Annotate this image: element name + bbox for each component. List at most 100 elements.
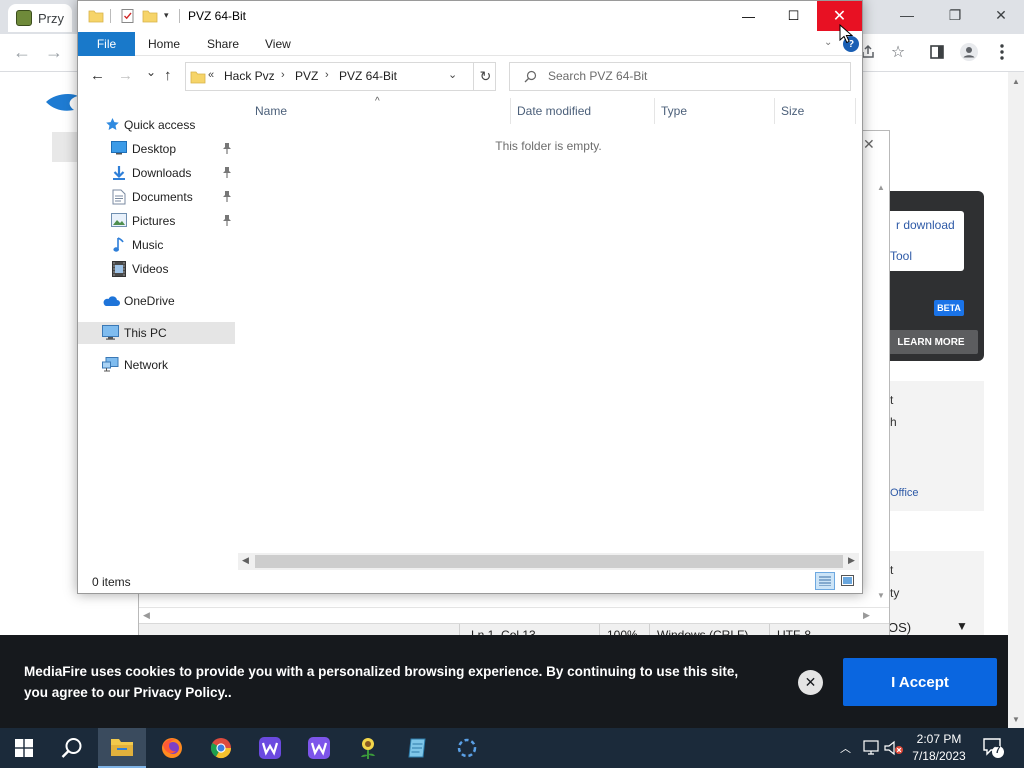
show-hidden-icons-chevron-icon[interactable]: ︿ — [840, 740, 851, 756]
nav-network[interactable]: Network — [78, 354, 235, 376]
expand-ribbon-icon[interactable]: ⌄ — [824, 37, 832, 48]
pin-icon[interactable] — [222, 142, 232, 154]
editor-vertical-scrollbar[interactable]: ▲ ▼ — [875, 183, 889, 603]
scroll-down-icon[interactable]: ▼ — [877, 591, 885, 600]
scrollbar-thumb[interactable] — [255, 555, 843, 568]
nav-documents[interactable]: Documents — [78, 186, 235, 208]
search-input[interactable] — [548, 69, 838, 83]
explorer-title-bar[interactable]: ▾ PVZ 64-Bit — ☐ ✕ — [78, 1, 862, 32]
profile-avatar-icon[interactable] — [955, 38, 983, 66]
side-panel-icon[interactable] — [923, 38, 951, 66]
tab-file[interactable]: File — [78, 32, 135, 56]
address-overflow[interactable]: « — [208, 69, 214, 81]
column-divider[interactable] — [654, 98, 655, 124]
nav-onedrive[interactable]: OneDrive — [78, 290, 235, 312]
taskbar-notepad[interactable] — [393, 728, 441, 768]
action-center-button[interactable]: 7 — [982, 736, 1004, 758]
explorer-minimize-button[interactable]: — — [726, 1, 771, 31]
browser-back-button[interactable]: ← — [8, 38, 36, 66]
tab-view[interactable]: View — [265, 37, 291, 51]
w-app-icon — [259, 737, 281, 759]
up-button[interactable]: ↑ — [164, 67, 172, 84]
column-header-size[interactable]: Size — [781, 104, 804, 118]
refresh-button[interactable]: ↻ — [473, 63, 497, 90]
accept-cookies-button[interactable]: I Accept — [843, 658, 997, 706]
properties-check-icon[interactable] — [120, 8, 136, 24]
breadcrumb-pvz[interactable]: PVZ — [295, 69, 318, 83]
column-divider[interactable] — [855, 98, 856, 124]
office-link[interactable]: Office — [890, 487, 919, 499]
breadcrumb-pvz-64-bit[interactable]: PVZ 64-Bit — [339, 69, 397, 83]
customize-qat-icon[interactable]: ▾ — [164, 10, 169, 21]
system-clock[interactable]: 2:07 PM 7/18/2023 — [898, 731, 980, 765]
scroll-up-icon[interactable]: ▲ — [877, 183, 885, 192]
column-header-type[interactable]: Type — [661, 104, 687, 118]
explorer-maximize-button[interactable]: ☐ — [771, 1, 816, 31]
pin-icon[interactable] — [222, 190, 232, 202]
bookmark-star-icon[interactable]: ☆ — [884, 38, 912, 66]
editor-horizontal-scrollbar[interactable]: ◀ ▶ — [139, 607, 889, 623]
file-list-horizontal-scrollbar[interactable]: ◀ ▶ — [238, 553, 859, 570]
cookie-banner: MediaFire uses cookies to provide you wi… — [0, 635, 1008, 728]
taskbar-firefox[interactable] — [148, 728, 196, 768]
recent-locations-button[interactable]: ⌄ — [146, 65, 156, 79]
tab-share[interactable]: Share — [207, 37, 239, 51]
pictures-icon — [111, 213, 127, 227]
page-scrollbar[interactable]: ▲ ▼ — [1008, 72, 1024, 728]
column-divider[interactable] — [774, 98, 775, 124]
browser-menu-icon[interactable] — [988, 38, 1016, 66]
breadcrumb-separator[interactable]: › — [281, 69, 285, 81]
search-icon — [61, 738, 82, 758]
new-folder-icon[interactable] — [142, 8, 158, 24]
pin-icon[interactable] — [222, 166, 232, 178]
nav-desktop[interactable]: Desktop — [78, 138, 235, 160]
taskbar-chrome[interactable] — [197, 728, 245, 768]
forward-button[interactable]: → — [118, 67, 133, 84]
taskbar-pvz-game[interactable] — [344, 728, 392, 768]
nav-this-pc[interactable]: This PC — [78, 322, 235, 344]
column-header-name[interactable]: Name — [255, 104, 287, 118]
scroll-left-icon[interactable]: ◀ — [242, 555, 249, 566]
cookie-close-button[interactable]: ✕ — [798, 670, 823, 695]
taskbar-app-w1[interactable] — [246, 728, 294, 768]
browser-forward-button[interactable]: → — [40, 38, 68, 66]
column-header-date-modified[interactable]: Date modified — [517, 104, 591, 118]
taskbar-loading-app[interactable] — [443, 728, 491, 768]
scroll-down-icon[interactable]: ▼ — [1012, 715, 1020, 724]
scroll-left-icon[interactable]: ◀ — [143, 610, 150, 621]
nav-quick-access[interactable]: Quick access — [78, 114, 235, 136]
loading-spinner-icon — [457, 738, 477, 758]
browser-close-button[interactable]: ✕ — [978, 0, 1024, 30]
learn-more-button[interactable]: LEARN MORE — [884, 330, 978, 354]
nav-downloads[interactable]: Downloads — [78, 162, 235, 184]
taskbar-search-button[interactable] — [48, 728, 96, 768]
address-bar[interactable]: « Hack Pvz › PVZ › PVZ 64-Bit ⌄ ↻ — [185, 62, 496, 91]
promo-download-link[interactable]: r download — [896, 218, 955, 232]
start-button[interactable] — [0, 728, 48, 768]
promo-tool-link[interactable]: Tool — [890, 249, 912, 263]
back-button[interactable]: ← — [90, 67, 105, 84]
large-icons-view-button[interactable] — [839, 572, 857, 590]
search-box[interactable] — [509, 62, 851, 91]
browser-restore-button[interactable]: ❐ — [932, 0, 978, 30]
nav-videos[interactable]: Videos — [78, 258, 235, 280]
network-status-icon[interactable] — [862, 740, 880, 756]
breadcrumb-separator[interactable]: › — [325, 69, 329, 81]
side-panel-text: t — [890, 393, 894, 407]
column-divider[interactable] — [510, 98, 511, 124]
scroll-up-icon[interactable]: ▲ — [1012, 77, 1020, 86]
chevron-down-icon[interactable]: ⌄ — [448, 68, 457, 81]
nav-pictures[interactable]: Pictures — [78, 210, 235, 232]
tab-home[interactable]: Home — [148, 37, 180, 51]
browser-tab[interactable]: Przy — [8, 4, 72, 32]
taskbar-app-w2[interactable] — [295, 728, 343, 768]
editor-close-button[interactable]: ✕ — [863, 136, 875, 153]
pin-icon[interactable] — [222, 214, 232, 226]
details-view-button[interactable] — [815, 572, 835, 590]
scroll-right-icon[interactable]: ▶ — [848, 555, 855, 566]
taskbar-file-explorer[interactable] — [98, 728, 146, 768]
breadcrumb-hack-pvz[interactable]: Hack Pvz — [224, 69, 275, 83]
browser-minimize-button[interactable]: — — [884, 0, 930, 30]
scroll-right-icon[interactable]: ▶ — [863, 610, 870, 621]
nav-music[interactable]: Music — [78, 234, 235, 256]
